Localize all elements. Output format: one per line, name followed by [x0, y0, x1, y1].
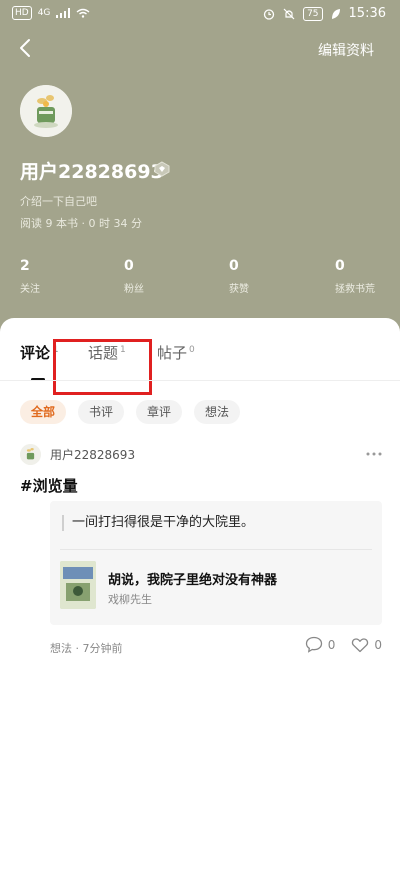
- book-cover[interactable]: [60, 561, 96, 609]
- network-type: 4G: [37, 8, 51, 18]
- reading-stats: 阅读 9 本书 · 0 时 34 分: [20, 217, 142, 230]
- back-button[interactable]: [14, 36, 38, 60]
- book-stack-icon: [20, 444, 41, 465]
- filter-book-review[interactable]: 书评: [78, 400, 125, 424]
- filter-thoughts[interactable]: 想法: [194, 400, 241, 424]
- stat-followers[interactable]: 0 粉丝: [124, 258, 144, 295]
- book-cover-image-icon: [60, 561, 96, 609]
- level-badge-icon[interactable]: [153, 160, 171, 178]
- stat-label: 拯救书荒: [335, 284, 375, 295]
- mute-icon: [283, 8, 295, 19]
- comment-icon: [305, 636, 322, 653]
- bio[interactable]: 介绍一下自己吧: [20, 193, 97, 209]
- content-sheet: 评论 1 话题 1 帖子 0 全部 书评 章评 想法 用户22828693 #浏…: [0, 318, 400, 888]
- status-bar: HD 4G 75 15:36: [0, 0, 400, 28]
- tab-label: 帖子: [157, 344, 188, 362]
- stat-label: 粉丝: [124, 284, 144, 295]
- like-count: 0: [374, 637, 382, 652]
- signal-icon: [56, 8, 71, 18]
- book-title[interactable]: 胡说，我院子里绝对没有神器: [108, 569, 277, 588]
- filter-chips: 全部 书评 章评 想法: [20, 400, 241, 424]
- stat-rescue[interactable]: 0 拯救书荒: [335, 258, 375, 295]
- post-footer: 想法 · 7分钟前 0 0: [50, 636, 382, 658]
- hd-indicator: HD: [12, 6, 32, 20]
- post-meta: 想法 · 7分钟前: [50, 642, 123, 655]
- avatar[interactable]: [20, 85, 72, 137]
- chevron-left-icon: [20, 39, 30, 57]
- stat-value: 2: [20, 258, 30, 274]
- edit-profile-button[interactable]: 编辑资料: [318, 40, 374, 60]
- battery-indicator: 75: [303, 6, 323, 21]
- tab-divider: [0, 380, 400, 381]
- like-button[interactable]: 0: [351, 637, 382, 653]
- stats-row: 2 关注 0 粉丝 0 获赞 0 拯救书荒: [0, 258, 400, 302]
- wifi-icon: [76, 8, 90, 18]
- post-actions: 0 0: [305, 636, 382, 653]
- post-avatar[interactable]: [20, 444, 41, 465]
- highlight-box: [53, 339, 152, 395]
- stat-value: 0: [335, 258, 345, 274]
- username: 用户22828693: [20, 161, 164, 183]
- comment-count: 0: [327, 637, 336, 652]
- book-author: 戏柳先生: [108, 593, 152, 606]
- quote-card[interactable]: 一间打扫得很是干净的大院里。 胡说，我院子里绝对没有神器 戏柳先生: [50, 501, 382, 625]
- post-username[interactable]: 用户22828693: [50, 446, 135, 463]
- stat-label: 关注: [20, 284, 40, 295]
- alarm-icon: [263, 8, 275, 20]
- tab-bar: 评论 1 话题 1 帖子 0: [0, 336, 400, 395]
- clock: 15:36: [348, 6, 386, 21]
- post-topic[interactable]: #浏览量: [20, 475, 78, 496]
- heart-icon: [352, 637, 369, 652]
- filter-chapter-review[interactable]: 章评: [136, 400, 183, 424]
- stat-label: 获赞: [229, 284, 249, 295]
- quote-text: 一间打扫得很是干净的大院里。: [62, 515, 254, 531]
- book-stack-icon: [20, 85, 72, 137]
- tab-count: 0: [189, 345, 195, 355]
- more-dots-icon: [366, 452, 382, 456]
- stat-value: 0: [229, 258, 239, 274]
- quote-divider: [60, 549, 372, 550]
- filter-all[interactable]: 全部: [20, 400, 67, 424]
- tab-label: 评论: [20, 344, 51, 362]
- leaf-icon: [331, 8, 340, 19]
- comment-button[interactable]: 0: [305, 636, 336, 653]
- stat-following[interactable]: 2 关注: [20, 258, 40, 295]
- stat-value: 0: [124, 258, 134, 274]
- tab-posts[interactable]: 帖子 0: [157, 342, 195, 363]
- more-options-button[interactable]: [366, 442, 382, 461]
- stat-likes[interactable]: 0 获赞: [229, 258, 249, 295]
